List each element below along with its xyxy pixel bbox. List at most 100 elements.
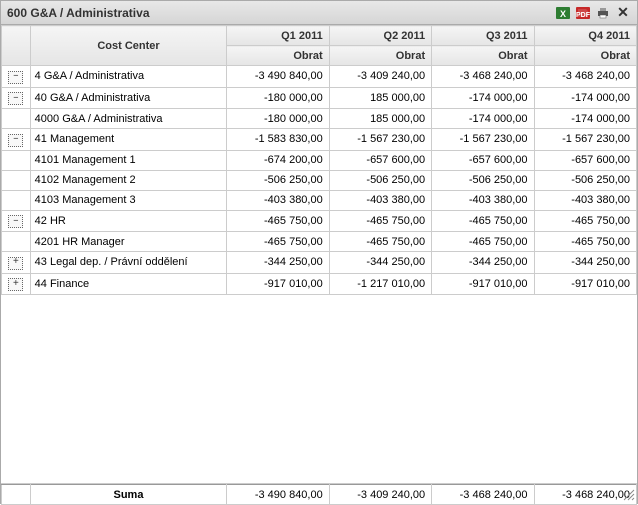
value-cell[interactable]: -403 380,00 [432,190,534,210]
value-cell[interactable]: -674 200,00 [227,150,329,170]
header-q1[interactable]: Q1 2011 [227,26,329,46]
table-row: 4101 Management 1-674 200,00-657 600,00-… [2,150,637,170]
value-cell[interactable]: -3 468 240,00 [534,66,636,88]
table-row: 4103 Management 3-403 380,00-403 380,00-… [2,190,637,210]
value-cell[interactable]: -174 000,00 [432,109,534,129]
value-cell[interactable]: -174 000,00 [534,109,636,129]
value-cell[interactable]: -465 750,00 [329,210,431,232]
expand-cell [2,109,31,129]
expand-cell[interactable]: + [2,273,31,295]
cost-center-cell[interactable]: 4201 HR Manager [30,232,227,252]
value-cell[interactable]: -403 380,00 [227,190,329,210]
cost-center-cell[interactable]: 44 Finance [30,273,227,295]
footer-q4: -3 468 240,00 [534,485,636,505]
cost-center-cell[interactable]: 4103 Management 3 [30,190,227,210]
expand-icon[interactable]: + [8,278,23,291]
header-q3[interactable]: Q3 2011 [432,26,534,46]
value-cell[interactable]: -3 490 840,00 [227,66,329,88]
value-cell[interactable]: -657 600,00 [329,150,431,170]
expand-cell [2,150,31,170]
value-cell[interactable]: -1 217 010,00 [329,273,431,295]
value-cell[interactable]: -465 750,00 [227,232,329,252]
header-q4[interactable]: Q4 2011 [534,26,636,46]
value-cell[interactable]: -344 250,00 [329,252,431,274]
collapse-icon[interactable]: – [8,71,23,84]
svg-text:PDF: PDF [576,12,591,19]
cost-center-cell[interactable]: 4101 Management 1 [30,150,227,170]
value-cell[interactable]: -3 409 240,00 [329,66,431,88]
value-cell[interactable]: -506 250,00 [329,170,431,190]
value-cell[interactable]: -506 250,00 [432,170,534,190]
footer-q1: -3 490 840,00 [227,485,329,505]
value-cell[interactable]: -917 010,00 [432,273,534,295]
header-q4-metric[interactable]: Obrat [534,46,636,66]
value-cell[interactable]: -917 010,00 [227,273,329,295]
pivot-table: Cost Center Q1 2011 Q2 2011 Q3 2011 Q4 2… [1,25,637,295]
value-cell[interactable]: -344 250,00 [534,252,636,274]
value-cell[interactable]: -344 250,00 [432,252,534,274]
data-grid: Cost Center Q1 2011 Q2 2011 Q3 2011 Q4 2… [1,25,637,483]
header-q3-metric[interactable]: Obrat [432,46,534,66]
value-cell[interactable]: 185 000,00 [329,109,431,129]
pdf-export-icon[interactable]: PDF [575,5,591,21]
header-cost-center[interactable]: Cost Center [30,26,227,66]
cost-center-cell[interactable]: 43 Legal dep. / Právní oddělení [30,252,227,274]
titlebar: 600 G&A / Administrativa X PDF ✕ [1,1,637,25]
value-cell[interactable]: -465 750,00 [534,232,636,252]
header-q2[interactable]: Q2 2011 [329,26,431,46]
table-row: –41 Management-1 583 830,00-1 567 230,00… [2,129,637,151]
close-icon[interactable]: ✕ [615,5,631,21]
excel-export-icon[interactable]: X [555,5,571,21]
value-cell[interactable]: -344 250,00 [227,252,329,274]
value-cell[interactable]: -3 468 240,00 [432,66,534,88]
collapse-icon[interactable]: – [8,215,23,228]
print-icon[interactable] [595,5,611,21]
value-cell[interactable]: -403 380,00 [534,190,636,210]
value-cell[interactable]: -917 010,00 [534,273,636,295]
expand-cell[interactable]: – [2,87,31,109]
cost-center-cell[interactable]: 4000 G&A / Administrativa [30,109,227,129]
value-cell[interactable]: -657 600,00 [534,150,636,170]
value-cell[interactable]: -1 567 230,00 [432,129,534,151]
value-cell[interactable]: -180 000,00 [227,87,329,109]
value-cell[interactable]: -1 567 230,00 [534,129,636,151]
value-cell[interactable]: -465 750,00 [329,232,431,252]
cost-center-cell[interactable]: 40 G&A / Administrativa [30,87,227,109]
header-q2-metric[interactable]: Obrat [329,46,431,66]
value-cell[interactable]: -506 250,00 [534,170,636,190]
cost-center-cell[interactable]: 4 G&A / Administrativa [30,66,227,88]
footer-totals: Suma -3 490 840,00 -3 409 240,00 -3 468 … [1,483,637,503]
svg-text:X: X [560,9,566,19]
collapse-icon[interactable]: – [8,92,23,105]
value-cell[interactable]: -1 583 830,00 [227,129,329,151]
value-cell[interactable]: -465 750,00 [534,210,636,232]
cost-center-cell[interactable]: 42 HR [30,210,227,232]
value-cell[interactable]: -1 567 230,00 [329,129,431,151]
cost-center-cell[interactable]: 41 Management [30,129,227,151]
value-cell[interactable]: -465 750,00 [432,210,534,232]
expand-icon[interactable]: + [8,257,23,270]
expand-cell [2,190,31,210]
table-row: –4 G&A / Administrativa-3 490 840,00-3 4… [2,66,637,88]
header-expand [2,26,31,66]
resize-handle-icon[interactable] [623,489,635,501]
value-cell[interactable]: -403 380,00 [329,190,431,210]
value-cell[interactable]: 185 000,00 [329,87,431,109]
value-cell[interactable]: -465 750,00 [432,232,534,252]
expand-cell[interactable]: – [2,66,31,88]
cost-center-cell[interactable]: 4102 Management 2 [30,170,227,190]
value-cell[interactable]: -506 250,00 [227,170,329,190]
header-q1-metric[interactable]: Obrat [227,46,329,66]
value-cell[interactable]: -174 000,00 [534,87,636,109]
collapse-icon[interactable]: – [8,134,23,147]
value-cell[interactable]: -174 000,00 [432,87,534,109]
value-cell[interactable]: -465 750,00 [227,210,329,232]
value-cell[interactable]: -180 000,00 [227,109,329,129]
value-cell[interactable]: -657 600,00 [432,150,534,170]
expand-cell[interactable]: + [2,252,31,274]
expand-cell[interactable]: – [2,129,31,151]
table-row: 4102 Management 2-506 250,00-506 250,00-… [2,170,637,190]
expand-cell[interactable]: – [2,210,31,232]
footer-pad [2,485,31,505]
table-row: 4201 HR Manager-465 750,00-465 750,00-46… [2,232,637,252]
